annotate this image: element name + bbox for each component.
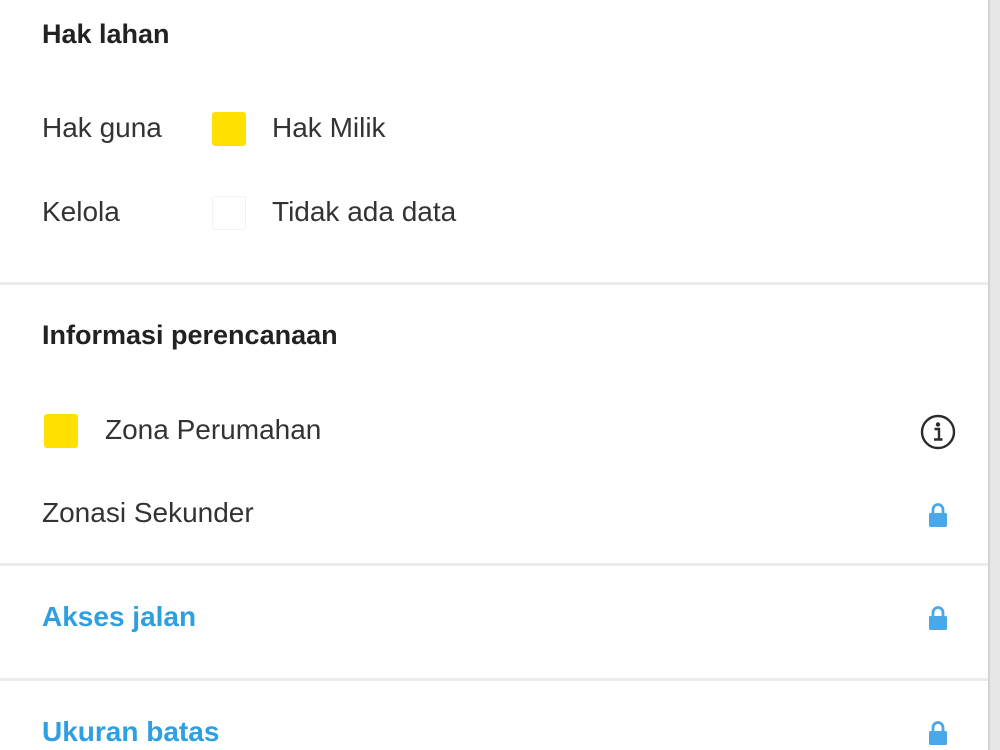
info-icon[interactable] — [920, 414, 956, 450]
property-details-panel: Hak lahan Hak guna Hak Milik Kelola Tida… — [0, 0, 988, 750]
secondary-zoning-label: Zonasi Sekunder — [42, 497, 254, 528]
residential-zone-color-swatch — [44, 414, 78, 448]
usage-right-label: Hak guna — [42, 112, 162, 143]
management-value: Tidak ada data — [272, 196, 457, 227]
road-access-lock-icon — [929, 606, 947, 630]
hak-milik-color-swatch — [212, 112, 246, 146]
secondary-zoning-lock-icon — [929, 503, 947, 527]
section-divider — [0, 678, 988, 681]
boundary-size-section-link[interactable]: Ukuran batas — [42, 716, 219, 748]
section-divider — [0, 563, 988, 566]
management-label: Kelola — [42, 196, 120, 227]
section-divider — [0, 282, 988, 285]
land-rights-heading: Hak lahan — [42, 19, 170, 49]
boundary-size-lock-icon — [929, 721, 947, 745]
scrollbar-border — [988, 0, 990, 750]
road-access-section-link[interactable]: Akses jalan — [42, 601, 196, 633]
residential-zone-label: Zona Perumahan — [105, 414, 322, 445]
usage-right-value: Hak Milik — [272, 112, 386, 143]
scrollbar-track[interactable] — [988, 0, 1000, 750]
no-data-color-swatch — [212, 196, 246, 230]
planning-info-heading: Informasi perencanaan — [42, 320, 338, 350]
